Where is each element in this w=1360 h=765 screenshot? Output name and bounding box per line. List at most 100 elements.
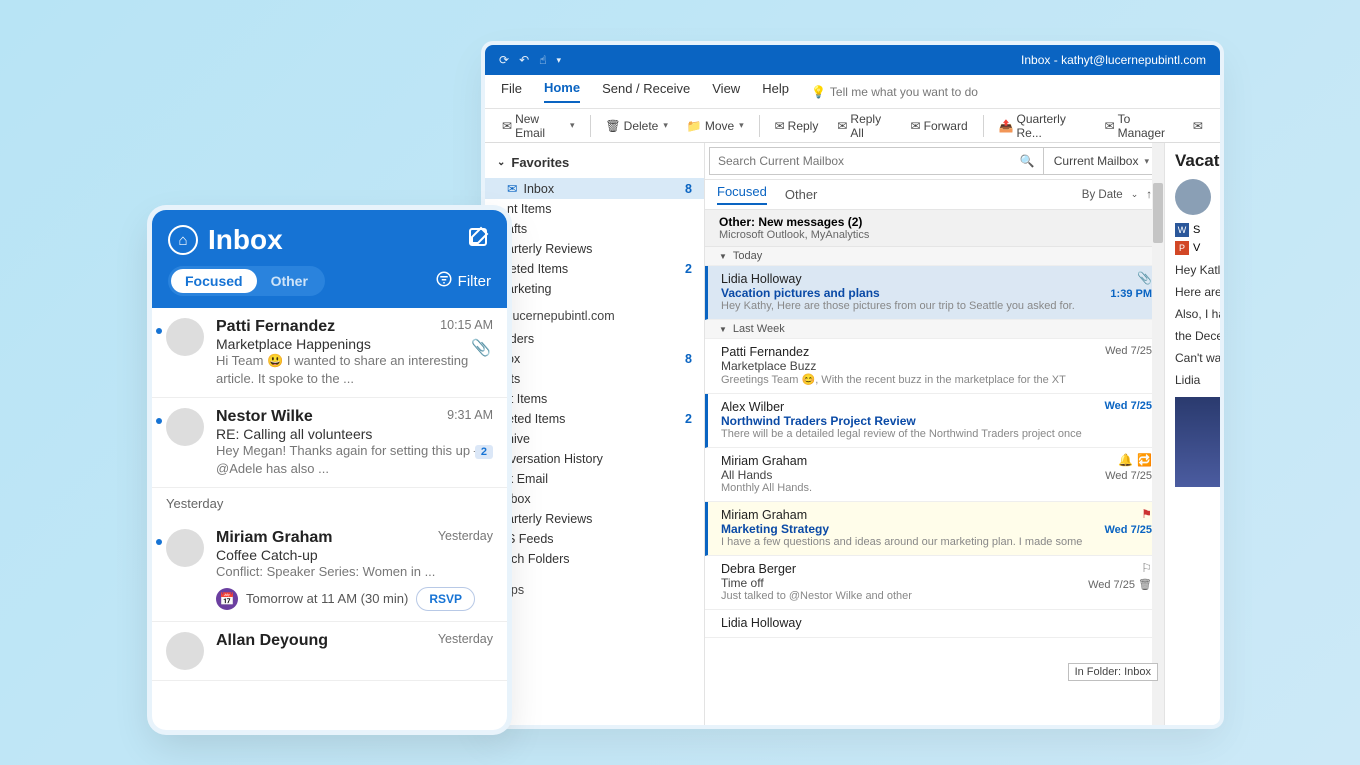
folder-item[interactable]: leted Items2 [485,259,704,279]
mobile-title: Inbox [208,224,283,256]
flag-outline-icon: ⚐ [1141,561,1152,575]
reading-body-line: Also, I ha [1175,307,1212,321]
groups-header[interactable]: oups [485,569,704,603]
delete-icon[interactable]: 🗑 [1138,579,1152,591]
reply-all-button[interactable]: ✉ Reply All [830,112,898,140]
pivot-other[interactable]: Other [785,187,818,202]
attachment-icon: 📎 [1137,271,1152,285]
pill-other[interactable]: Other [257,269,322,293]
tab-help[interactable]: Help [762,81,789,102]
forward-button[interactable]: ✉ Forward [904,119,975,133]
folder-item[interactable]: tbox [485,489,704,509]
tab-file[interactable]: File [501,81,522,102]
other-inbox-summary[interactable]: Other: New messages (2) Microsoft Outloo… [705,210,1164,247]
folder-item[interactable]: eted Items2 [485,409,704,429]
pivot-focused[interactable]: Focused [717,184,767,205]
tab-send-receive[interactable]: Send / Receive [602,81,690,102]
move-button[interactable]: 📁 Move ▾ [680,119,751,133]
message-time: Wed 7/25 [1105,345,1152,357]
quick-step-more[interactable]: ✉ [1186,119,1210,133]
date-group-header[interactable]: ▼Today [705,247,1164,266]
tell-me-search[interactable]: 💡 Tell me what you want to do [811,85,978,99]
folder-item[interactable]: arterly Reviews [485,239,704,259]
mobile-subject: RE: Calling all volunteers [216,426,493,442]
message-item[interactable]: 🔔🔁Miriam GrahamAll HandsMonthly All Hand… [705,448,1164,502]
ribbon-tabs: File Home Send / Receive View Help 💡 Tel… [485,75,1220,109]
compose-button[interactable] [467,226,491,255]
folder-item[interactable]: rch Folders [485,549,704,569]
mobile-subject: Coffee Catch-up [216,547,493,563]
favorites-header[interactable]: ⌄ Favorites [485,151,704,178]
pill-focused[interactable]: Focused [171,269,257,293]
message-item[interactable]: 📎Lidia HollowayVacation pictures and pla… [705,266,1164,320]
mobile-message-item[interactable]: Miriam GrahamCoffee Catch-upConflict: Sp… [152,519,507,622]
tab-home[interactable]: Home [544,80,580,103]
qat-caret-icon[interactable]: ▾ [556,55,561,66]
mobile-preview: Conflict: Speaker Series: Women in ... [216,563,493,581]
folder-inbox[interactable]: ✉ Inbox 8 [485,178,704,199]
mobile-message-item[interactable]: Allan DeyoungYesterday [152,622,507,681]
search-icon[interactable]: 🔍 [1020,154,1035,168]
filter-button[interactable]: Filter [435,270,491,292]
message-subject: Marketplace Buzz [721,359,1150,373]
folder-item[interactable]: ox8 [485,349,704,369]
message-item[interactable]: ⚐Debra BergerTime offJust talked to @Nes… [705,556,1164,610]
folder-item[interactable]: arterly Reviews [485,509,704,529]
home-icon[interactable]: ⌂ [168,225,198,255]
message-list-scrollbar[interactable] [1152,143,1164,725]
inline-image [1175,397,1220,487]
folder-item[interactable]: k Email [485,469,704,489]
message-item[interactable]: Lidia Holloway [705,610,1164,638]
folder-item[interactable]: it Items [485,389,704,409]
calendar-icon: 📅 [216,588,238,610]
new-email-button[interactable]: ✉ New Email ▾ [495,112,582,140]
unread-dot [156,328,162,334]
folder-item[interactable]: lders [485,329,704,349]
folder-item[interactable]: S Feeds [485,529,704,549]
mobile-preview: Hey Megan! Thanks again for setting this… [216,442,493,477]
sort-dropdown[interactable]: By Date ⌄ ↑ [1082,189,1152,201]
folder-item[interactable]: arketing [485,279,704,299]
quick-step-quarterly[interactable]: 📤 Quarterly Re... [992,112,1093,140]
folder-item[interactable]: fts [485,369,704,389]
mobile-time: 9:31 AM [447,408,493,422]
message-time: Wed 7/25 🗑 [1088,578,1152,591]
quick-step-to-manager[interactable]: ✉ To Manager [1098,112,1181,140]
touch-mode-icon[interactable]: ☝︎ [539,53,546,67]
attachment-powerpoint[interactable]: P V [1175,241,1212,255]
filter-icon [435,270,453,292]
message-from: Debra Berger [721,562,1150,576]
message-item[interactable]: ⚑Miriam GrahamMarketing StrategyI have a… [705,502,1164,556]
message-item[interactable]: Patti FernandezMarketplace BuzzGreetings… [705,339,1164,394]
account-header[interactable]: @lucernepubintl.com [485,299,704,329]
undo-icon[interactable]: ↶ [519,53,529,67]
message-preview: Just talked to @Nestor Wilke and other [721,590,1150,602]
search-input[interactable]: 🔍 [709,147,1044,175]
folder-item[interactable]: hive [485,429,704,449]
folder-item[interactable]: iversation History [485,449,704,469]
reading-body-line: Hey Katl [1175,263,1212,277]
search-scope-dropdown[interactable]: Current Mailbox ▾ [1044,147,1160,175]
outlook-mobile-window: ⌂ Inbox Focused Other Filter Patti Ferna… [152,210,507,730]
mobile-message-item[interactable]: Nestor WilkeRE: Calling all volunteersHe… [152,398,507,488]
rsvp-button[interactable]: RSVP [416,587,475,611]
search-field[interactable] [718,154,1020,168]
search-row: 🔍 Current Mailbox ▾ [705,143,1164,180]
unread-count: 2 [685,412,692,426]
delete-button[interactable]: 🗑 Delete ▾ [598,119,674,133]
message-subject: Northwind Traders Project Review [721,414,1150,428]
title-bar: ⟳ ↶ ☝︎ ▾ Inbox - kathyt@lucernepubintl.c… [485,45,1220,75]
mobile-message-item[interactable]: Patti FernandezMarketplace HappeningsHi … [152,308,507,398]
message-item[interactable]: Alex WilberNorthwind Traders Project Rev… [705,394,1164,448]
attachment-word[interactable]: W S [1175,223,1212,237]
powerpoint-icon: P [1175,241,1189,255]
date-group-header[interactable]: ▼Last Week [705,320,1164,339]
folder-item[interactable]: nt Items [485,199,704,219]
message-time: Wed 7/25 [1105,470,1152,482]
folder-item[interactable]: afts [485,219,704,239]
message-preview: Hey Kathy, Here are those pictures from … [721,300,1150,312]
chevron-down-icon: ▾ [663,120,668,131]
tab-view[interactable]: View [712,81,740,102]
reply-button[interactable]: ✉ Reply [768,119,826,133]
sync-icon[interactable]: ⟳ [499,53,509,67]
